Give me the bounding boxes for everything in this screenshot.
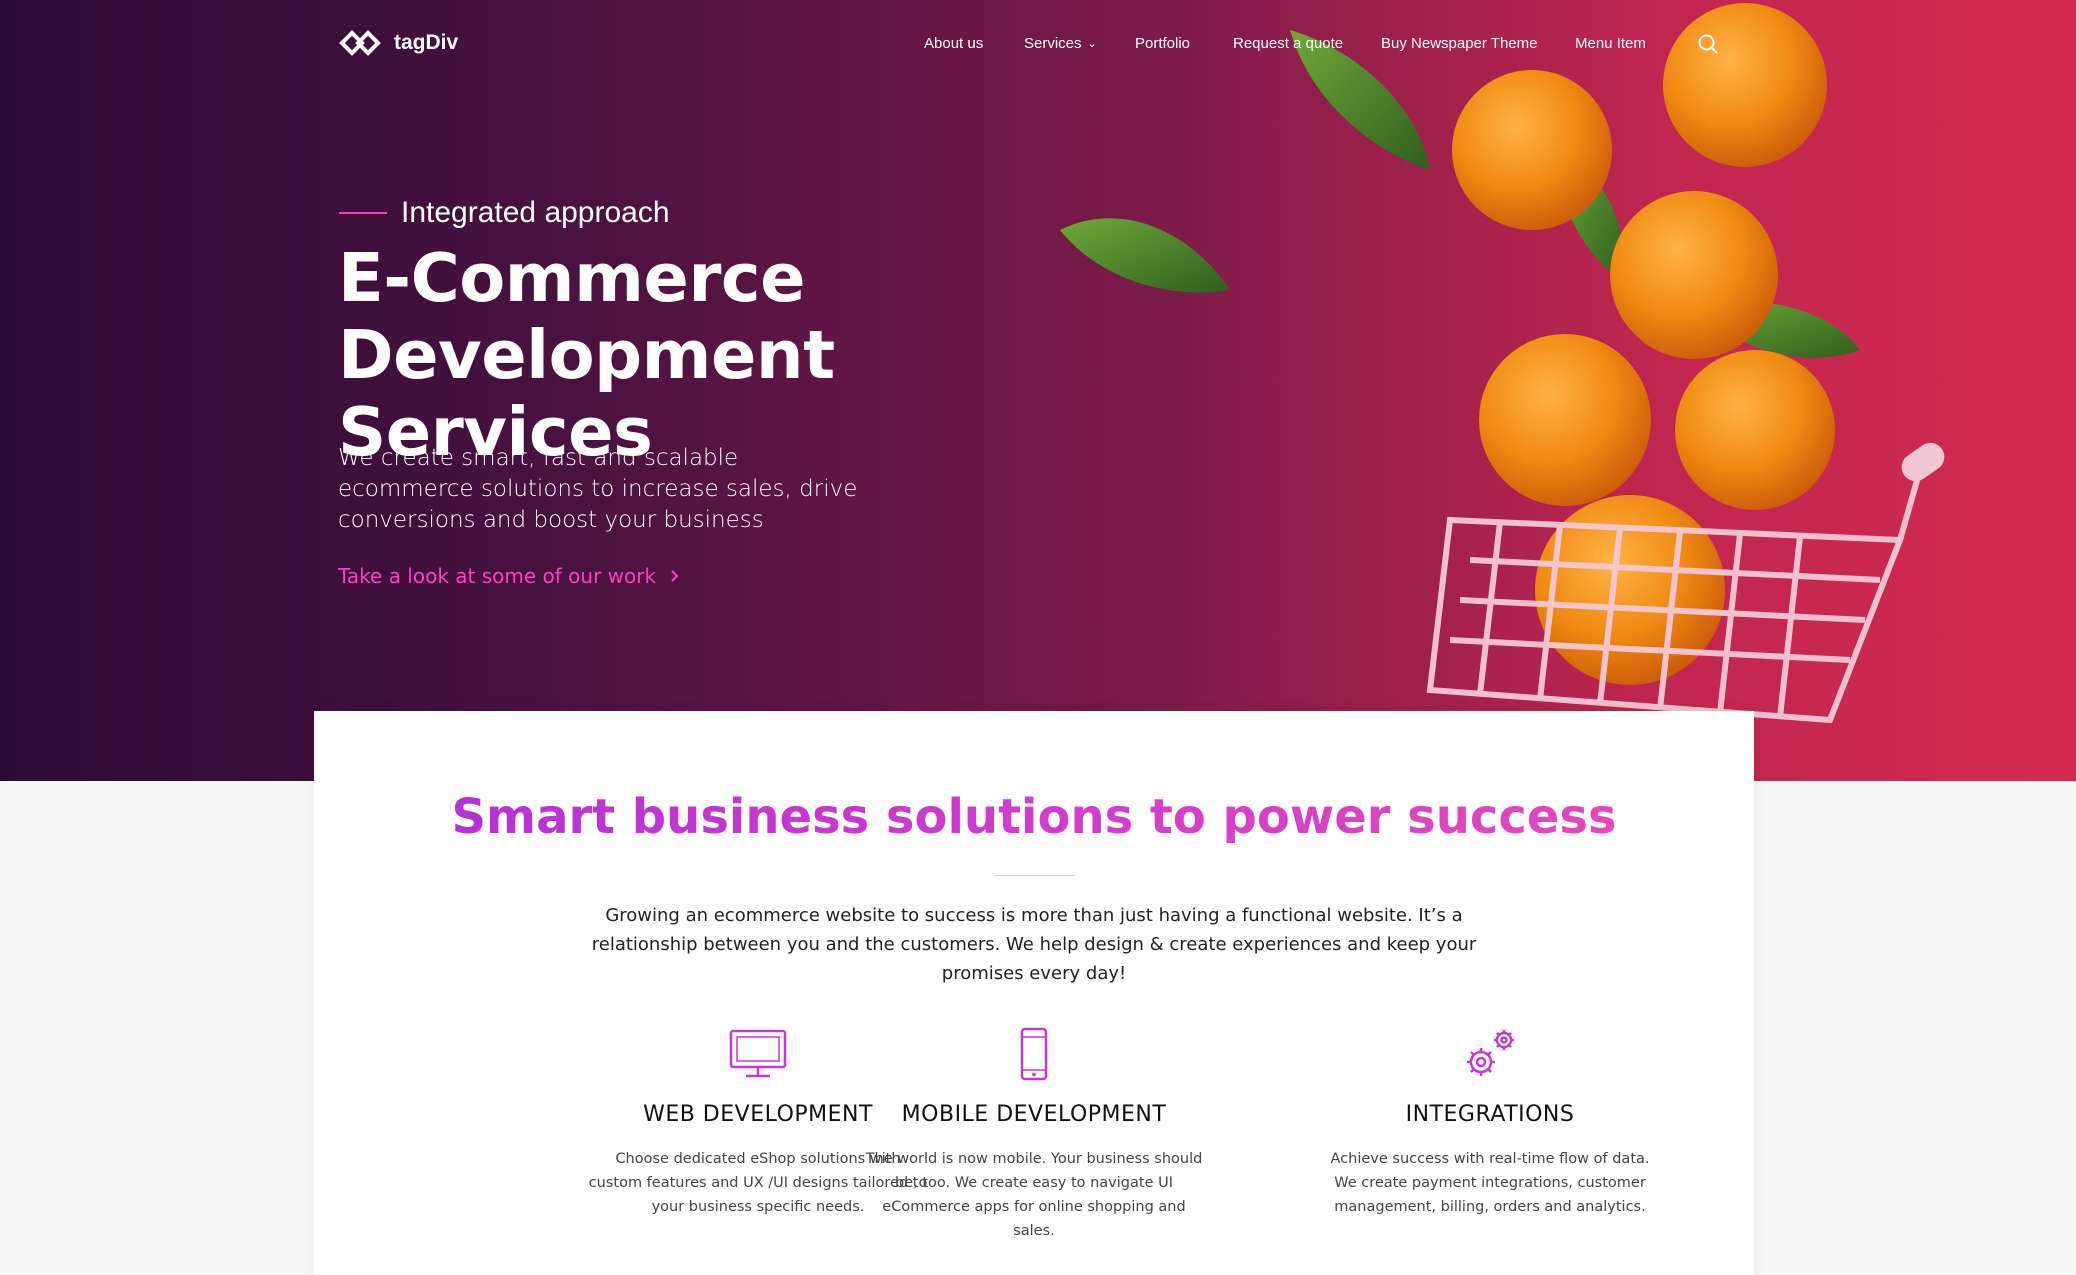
- hero-title-line-1: E-Commerce: [338, 239, 806, 317]
- chevron-right-icon: [671, 570, 679, 582]
- page: tagDiv About us Services ⌄ Portfolio Requ…: [0, 0, 2076, 1275]
- solutions-card: Smart business solutions to power succes…: [314, 711, 1754, 1275]
- hero-description: We create smart, fast and scalable ecomm…: [338, 445, 858, 533]
- feature-integrations: INTEGRATIONS Achieve success with real-t…: [1310, 1026, 1670, 1219]
- nav-item-request-a-quote[interactable]: Request a quote: [1233, 30, 1343, 58]
- chevron-down-icon: ⌄: [1087, 38, 1097, 50]
- hero-title: E-Commerce Development Services: [338, 240, 1138, 471]
- title-divider: [994, 875, 1074, 876]
- search-icon[interactable]: [1697, 33, 1719, 55]
- solutions-title: Smart business solutions to power succes…: [314, 789, 1754, 845]
- feature-description: Achieve success with real-time flow of d…: [1330, 1151, 1650, 1215]
- monitor-icon: [729, 1029, 787, 1078]
- smartphone-icon: [1020, 1027, 1048, 1081]
- hero-work-link-label: Take a look at some of our work: [338, 564, 657, 588]
- hero-section: tagDiv About us Services ⌄ Portfolio Requ…: [0, 0, 2076, 781]
- feature-description: The world is now mobile. Your business s…: [865, 1151, 1203, 1239]
- nav-item-buy-newspaper-theme[interactable]: Buy Newspaper Theme: [1381, 30, 1537, 58]
- feature-mobile-development: MOBILE DEVELOPMENT The world is now mobi…: [854, 1026, 1214, 1243]
- nav-item-services[interactable]: Services ⌄: [1024, 30, 1097, 59]
- solutions-intro-text: Growing an ecommerce website to success …: [591, 905, 1477, 984]
- nav-item-portfolio[interactable]: Portfolio: [1135, 30, 1190, 58]
- tagdiv-logo-icon: [339, 30, 381, 56]
- hero-kicker-text: Integrated approach: [401, 196, 670, 229]
- kicker-line: [339, 212, 387, 214]
- nav-item-services-label: Services: [1024, 35, 1082, 52]
- hero-kicker: Integrated approach: [339, 196, 670, 230]
- feature-title: MOBILE DEVELOPMENT: [901, 1102, 1167, 1127]
- gears-icon: [1467, 1030, 1514, 1076]
- nav-item-about-us[interactable]: About us: [924, 30, 983, 58]
- feature-title: INTEGRATIONS: [1405, 1102, 1575, 1127]
- hero-work-link[interactable]: Take a look at some of our work: [338, 564, 680, 588]
- brand-name: tagDiv: [394, 31, 459, 54]
- nav-item-menu-item[interactable]: Menu Item: [1575, 30, 1646, 58]
- brand-logo[interactable]: tagDiv: [338, 26, 458, 60]
